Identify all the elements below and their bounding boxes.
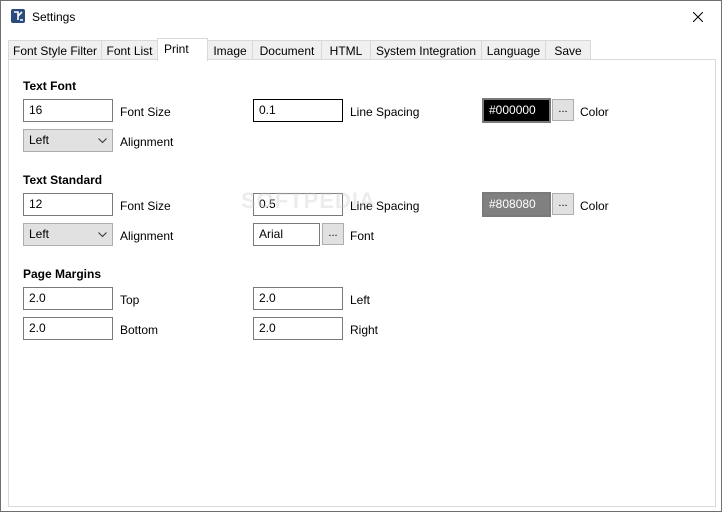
standard-color-label: Color bbox=[580, 199, 609, 213]
tab-image[interactable]: Image bbox=[207, 40, 253, 60]
margin-left-input[interactable]: 2.0 bbox=[253, 287, 343, 310]
settings-window: Settings Font Style Filter Font List Pri… bbox=[0, 0, 722, 512]
text-alignment-value: Left bbox=[29, 133, 50, 147]
close-icon bbox=[693, 11, 703, 22]
text-alignment-select[interactable]: Left bbox=[23, 129, 113, 152]
standard-alignment-label: Alignment bbox=[120, 229, 174, 243]
text-standard-heading: Text Standard bbox=[23, 173, 103, 187]
standard-color-swatch[interactable]: #808080 bbox=[482, 192, 551, 217]
text-alignment-label: Alignment bbox=[120, 135, 174, 149]
margin-right-input[interactable]: 2.0 bbox=[253, 317, 343, 340]
chevron-down-icon bbox=[98, 232, 107, 238]
text-line-spacing-label: Line Spacing bbox=[350, 105, 420, 119]
window-title: Settings bbox=[32, 10, 76, 24]
text-line-spacing-input[interactable]: 0.1 bbox=[253, 99, 343, 122]
text-color-swatch[interactable]: #000000 bbox=[482, 98, 551, 123]
standard-color-picker-button[interactable]: ... bbox=[552, 193, 574, 215]
standard-font-input[interactable]: Arial bbox=[253, 223, 320, 246]
margin-left-label: Left bbox=[350, 293, 371, 307]
tab-print[interactable]: Print bbox=[157, 38, 208, 61]
standard-font-picker-button[interactable]: ... bbox=[322, 223, 344, 245]
standard-line-spacing-input[interactable]: 0.5 bbox=[253, 193, 343, 216]
title-bar: Settings bbox=[1, 1, 721, 32]
tab-document[interactable]: Document bbox=[252, 40, 322, 60]
margin-bottom-label: Bottom bbox=[120, 323, 159, 337]
tab-font-style-filter[interactable]: Font Style Filter bbox=[8, 40, 102, 60]
tab-language[interactable]: Language bbox=[481, 40, 546, 60]
standard-alignment-value: Left bbox=[29, 227, 50, 241]
margin-top-label: Top bbox=[120, 293, 140, 307]
margin-bottom-input[interactable]: 2.0 bbox=[23, 317, 113, 340]
client-area: Font Style Filter Font List Print Image … bbox=[1, 32, 721, 511]
text-font-size-input[interactable]: 16 bbox=[23, 99, 113, 122]
margin-top-input[interactable]: 2.0 bbox=[23, 287, 113, 310]
chevron-down-icon bbox=[98, 138, 107, 144]
close-button[interactable] bbox=[675, 1, 721, 32]
tab-system-integration[interactable]: System Integration bbox=[370, 40, 482, 60]
margin-right-label: Right bbox=[350, 323, 379, 337]
text-color-picker-button[interactable]: ... bbox=[552, 99, 574, 121]
standard-font-label: Font bbox=[350, 229, 375, 243]
standard-alignment-select[interactable]: Left bbox=[23, 223, 113, 246]
tab-save[interactable]: Save bbox=[545, 40, 591, 60]
tab-strip: Font Style Filter Font List Print Image … bbox=[8, 38, 716, 61]
print-tab-panel: Text Font 16 Font Size 0.1 Line Spacing … bbox=[8, 59, 716, 507]
standard-line-spacing-label: Line Spacing bbox=[350, 199, 420, 213]
text-color-label: Color bbox=[580, 105, 609, 119]
standard-font-size-input[interactable]: 12 bbox=[23, 193, 113, 216]
standard-font-size-label: Font Size bbox=[120, 199, 171, 213]
text-font-size-label: Font Size bbox=[120, 105, 171, 119]
tab-html[interactable]: HTML bbox=[321, 40, 371, 60]
text-font-heading: Text Font bbox=[23, 79, 77, 93]
tab-font-list[interactable]: Font List bbox=[101, 40, 158, 60]
app-icon bbox=[10, 8, 26, 24]
page-margins-heading: Page Margins bbox=[23, 267, 102, 281]
